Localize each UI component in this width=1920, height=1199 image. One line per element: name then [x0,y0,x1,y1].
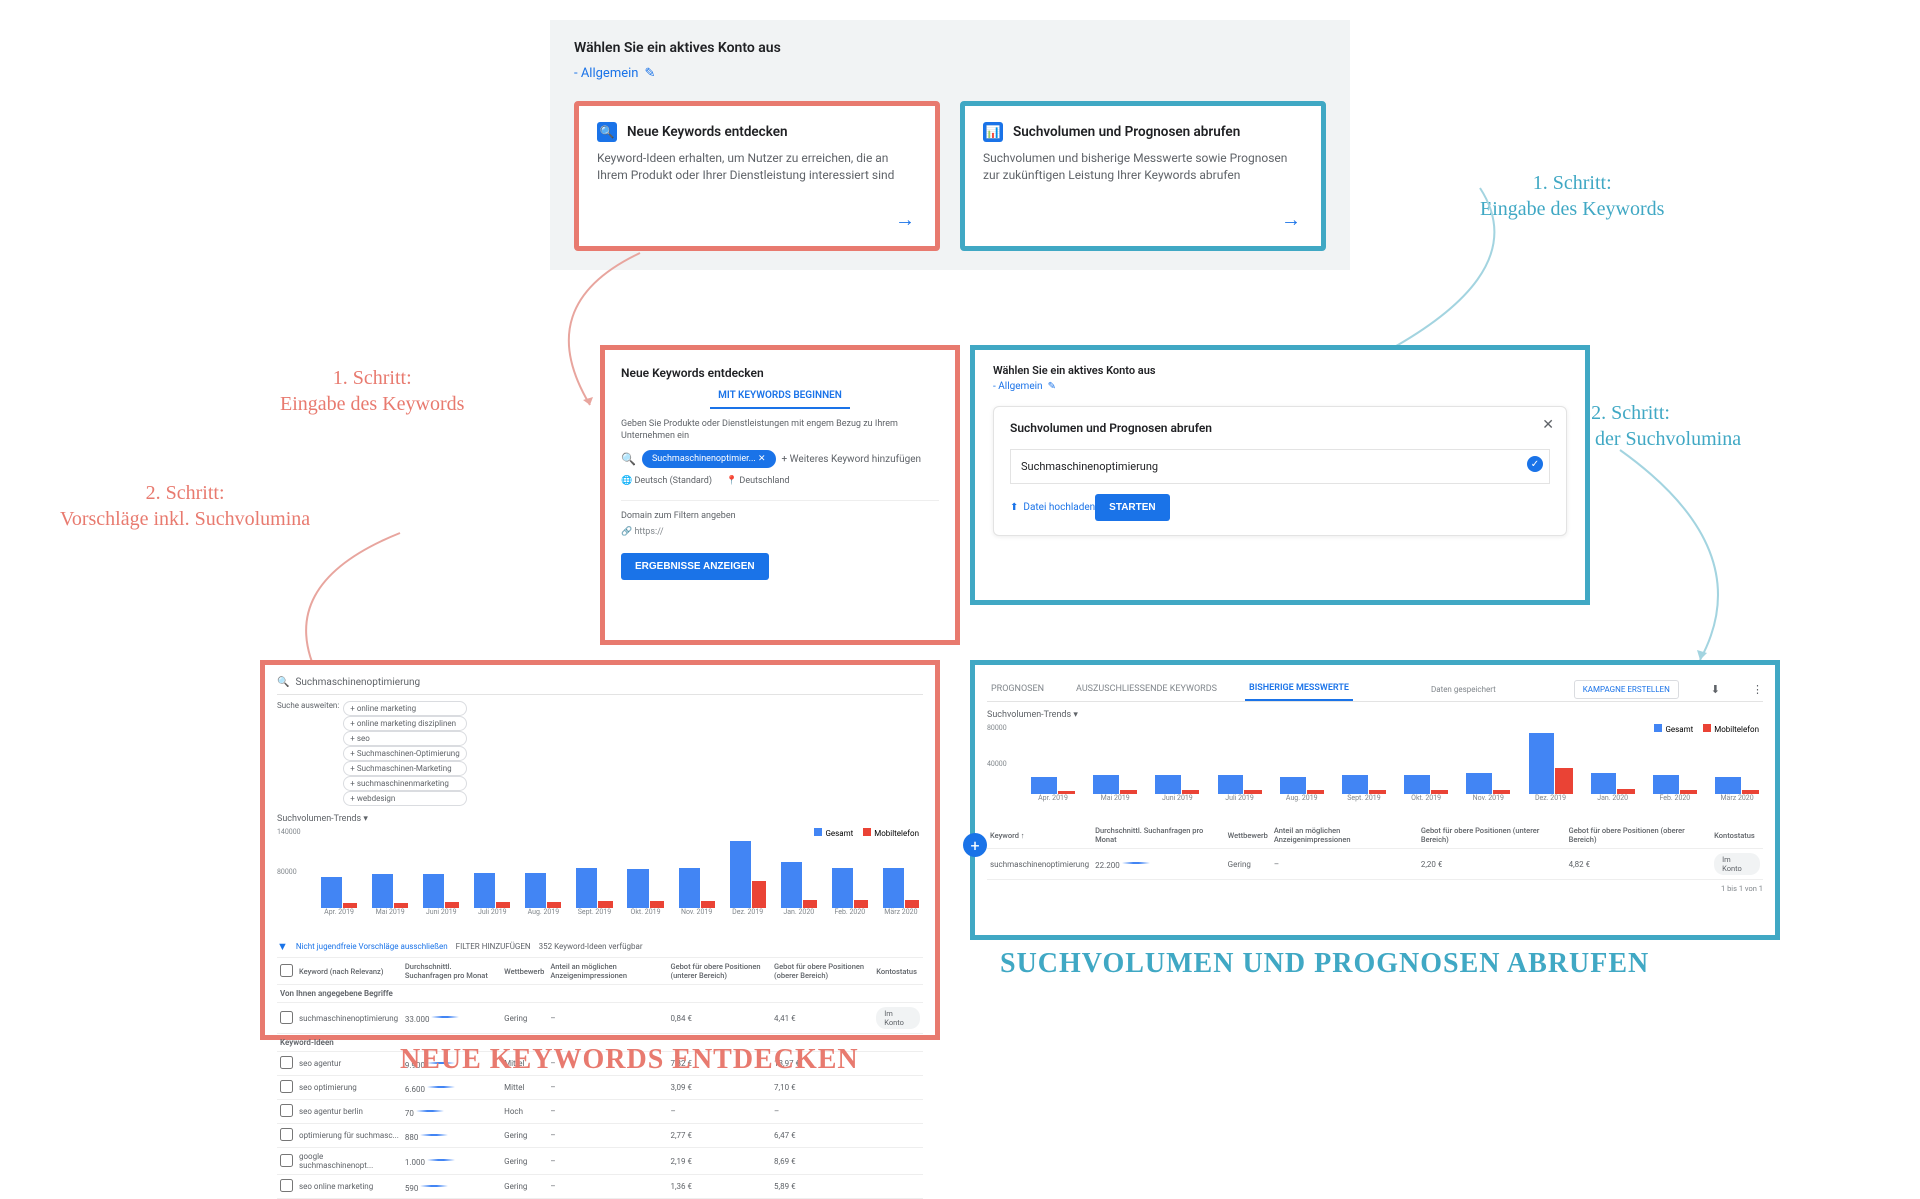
chart-bars [317,828,923,908]
account-title: Wählen Sie ein aktives Konto aus [574,40,1326,56]
check-icon: ✓ [1527,456,1543,472]
account-selector-panel: Wählen Sie ein aktives Konto aus - Allge… [550,20,1350,270]
table-row[interactable]: google suchmaschinenopt...1.000 Gering–2… [277,1148,923,1175]
bottom-label-red: NEUE KEYWORDS ENTDECKEN [400,1044,859,1076]
card-volume-desc: Suchvolumen und bisherige Messwerte sowi… [983,150,1303,184]
y-label-max-b: 80000 [987,724,1007,732]
expand-pill[interactable]: + seo [343,731,466,746]
domain-input[interactable]: 🔗 https:// [621,527,939,537]
keyword-ideas-table: Keyword (nach Relevanz)Durchschnittl. Su… [277,958,923,1199]
expand-label: Suche ausweiten: [277,701,339,806]
chart-bars-b [1027,724,1763,794]
y-label-mid: 80000 [277,868,297,876]
keyword-textarea[interactable]: Suchmaschinenoptimierung ✓ [1010,449,1550,484]
pencil-icon: ✎ [1048,381,1056,392]
more-icon[interactable]: ⋮ [1752,683,1763,696]
start-button[interactable]: STARTEN [1095,494,1169,521]
arrow-right-icon: → [895,207,915,232]
show-results-button[interactable]: ERGEBNISSE ANZEIGEN [621,553,769,580]
chart-title-b[interactable]: Suchvolumen-Trends ▾ [987,710,1763,720]
add-keyword-link[interactable]: + Weiteres Keyword hinzufügen [782,454,922,465]
y-label-mid-b: 40000 [987,760,1007,768]
pencil-icon: ✎ [644,66,655,81]
arrow-right-icon: → [1281,207,1301,232]
create-campaign-button[interactable]: KAMPAGNE ERSTELLEN [1574,680,1679,699]
chart-x-labels: Apr. 2019Mai 2019Juni 2019Juli 2019Aug. … [317,908,923,916]
step-label-r1: 1. Schritt:Eingabe des Keywords [280,365,464,417]
card-discover-desc: Keyword-Ideen erhalten, um Nutzer zu err… [597,150,917,184]
dialog-title: Suchvolumen und Prognosen abrufen [1010,421,1550,435]
chart-legend-b: Gesamt Mobiltelefon [1654,724,1759,734]
card-search-volume[interactable]: 📊 Suchvolumen und Prognosen abrufen Such… [960,101,1326,251]
table-row[interactable]: seo agentur berlin70 Hoch––– [277,1100,923,1124]
upload-file-link[interactable]: ⬆Datei hochladen [1010,502,1095,513]
tab-negative-keywords[interactable]: AUSZUSCHLIESSENDE KEYWORDS [1072,678,1221,700]
expand-pill[interactable]: + Suchmaschinen-Marketing [343,761,466,776]
card-discover-keywords[interactable]: 🔍 Neue Keywords entdecken Keyword-Ideen … [574,101,940,251]
arrow-curve-b2 [1560,440,1760,670]
volume-table: Keyword ↑Durchschnittl. Suchanfragen pro… [987,822,1763,880]
bar-chart-icon: 📊 [983,122,1003,142]
idea-count: 352 Keyword-Ideen verfügbar [539,942,643,951]
pagination-label: 1 bis 1 von 1 [987,880,1763,893]
card-volume-title: Suchvolumen und Prognosen abrufen [1013,124,1240,140]
account-general-label: - Allgemein [574,66,638,81]
account-general-link-mini[interactable]: - Allgemein✎ [993,381,1567,392]
chart-legend: Gesamt Mobiltelefon [814,828,919,838]
download-icon[interactable]: ⬇ [1711,683,1720,696]
table-row[interactable]: optimierung für suchmasc...880 Gering–2,… [277,1124,923,1148]
table-row[interactable]: seo online marketing590 Gering–1,36 €5,8… [277,1175,923,1199]
chart-x-labels-b: Apr. 2019Mai 2019Juni 2019Juli 2019Aug. … [1027,794,1763,802]
card-discover-title: Neue Keywords entdecken [627,124,788,140]
expand-pill[interactable]: + suchmaschinenmarketing [343,776,466,791]
keyword-chip[interactable]: Suchmaschinenoptimier... ✕ [642,450,776,468]
magnifier-icon: 🔍 [597,122,617,142]
magnifier-icon: 🔍 [277,677,289,688]
add-fab-button[interactable]: + [963,833,987,857]
chart-title[interactable]: Suchvolumen-Trends ▾ [277,814,923,824]
close-icon[interactable]: ✕ [1542,417,1554,433]
discover-keywords-panel: Neue Keywords entdecken MIT KEYWORDS BEG… [600,345,960,645]
exclude-adult-link[interactable]: Nicht jugendfreie Vorschläge ausschließe… [296,942,448,951]
step-label-r2: 2. Schritt:Vorschläge inkl. Suchvolumina [60,480,310,532]
location-selector[interactable]: 📍 Deutschland [726,476,789,486]
expand-pill[interactable]: + online marketing disziplinen [343,716,466,731]
saved-label: Daten gespeichert [1431,685,1496,694]
add-filter-button[interactable]: FILTER HINZUFÜGEN [456,942,531,951]
tab-historical-metrics[interactable]: BISHERIGE MESSWERTE [1245,677,1353,701]
language-selector[interactable]: 🌐 Deutsch (Standard) [621,476,712,486]
expand-pill[interactable]: + online marketing [343,701,466,716]
expand-search-row: Suche ausweiten: + online marketing+ onl… [277,701,923,806]
table-row[interactable]: seo optimierung6.600 Mittel–3,09 €7,10 € [277,1076,923,1100]
filter-icon[interactable]: ▼ [277,940,288,953]
discover-panel-title: Neue Keywords entdecken [621,366,939,380]
search-bar[interactable]: 🔍 Suchmaschinenoptimierung [277,677,923,695]
tab-prognosen[interactable]: PROGNOSEN [987,678,1048,700]
tab-start-with-keywords[interactable]: MIT KEYWORDS BEGINNEN [710,390,850,409]
search-volume-dialog: Suchvolumen und Prognosen abrufen ✕ Such… [993,406,1567,536]
magnifier-icon: 🔍 [621,452,636,466]
discover-hint: Geben Sie Produkte oder Dienstleistungen… [621,419,939,442]
upload-icon: ⬆ [1010,502,1018,513]
bottom-label-blue: SUCHVOLUMEN UND PROGNOSEN ABRUFEN [1000,948,1649,980]
y-label-max: 140000 [277,828,301,836]
table-row[interactable]: suchmaschinenoptimierung22.200 Gering–2,… [987,849,1763,880]
expand-pill[interactable]: + Suchmaschinen-Optimierung [343,746,466,761]
account-title-mini: Wählen Sie ein aktives Konto aus [993,364,1567,377]
search-term: Suchmaschinenoptimierung [295,677,420,688]
step-label-b1: 1. Schritt:Eingabe des Keywords [1480,170,1664,222]
discover-results-panel: 🔍 Suchmaschinenoptimierung Suche ausweit… [260,660,940,1040]
account-general-link[interactable]: - Allgemein ✎ [574,66,1326,81]
search-volume-panel: Wählen Sie ein aktives Konto aus - Allge… [970,345,1590,605]
table-row[interactable]: suchmaschinenoptimierung33.000 Gering–0,… [277,1003,923,1034]
domain-filter-label: Domain zum Filtern angeben [621,511,939,523]
expand-pill[interactable]: + webdesign [343,791,466,806]
volume-results-panel: + PROGNOSEN AUSZUSCHLIESSENDE KEYWORDS B… [970,660,1780,940]
